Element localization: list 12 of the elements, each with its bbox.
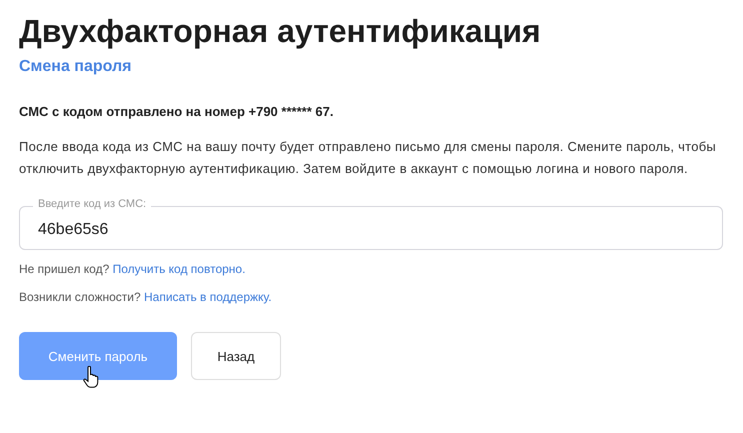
change-password-button[interactable]: Сменить пароль <box>19 332 177 380</box>
help-text: Не пришел код? Получить код повторно. <box>19 262 246 276</box>
field-label: Введите код из СМС: <box>33 198 152 210</box>
hand-cursor-icon <box>83 366 99 388</box>
page-title: Двухфакторная аутентификация <box>19 12 542 51</box>
description-text: После ввода кода из СМС на вашу почту будет отправлено письмо для смены пароля. Смените пароль, чтобы отключить двухфакторную аутентификацию. Затем войдите в аккаунт с помощью логина и нового пароля. <box>19 138 717 178</box>
help-link[interactable]: Написать в поддержку. <box>144 290 272 304</box>
subtitle-link[interactable]: Смена пароля <box>19 58 132 76</box>
back-button[interactable]: Назад <box>191 332 281 380</box>
help-link[interactable]: Получить код повторно. <box>112 262 246 276</box>
help-text: Возникли сложности? Написать в поддержку. <box>19 290 273 304</box>
sms-notice: СМС с кодом отправлено на номер +790 ****** 67. <box>19 104 334 119</box>
